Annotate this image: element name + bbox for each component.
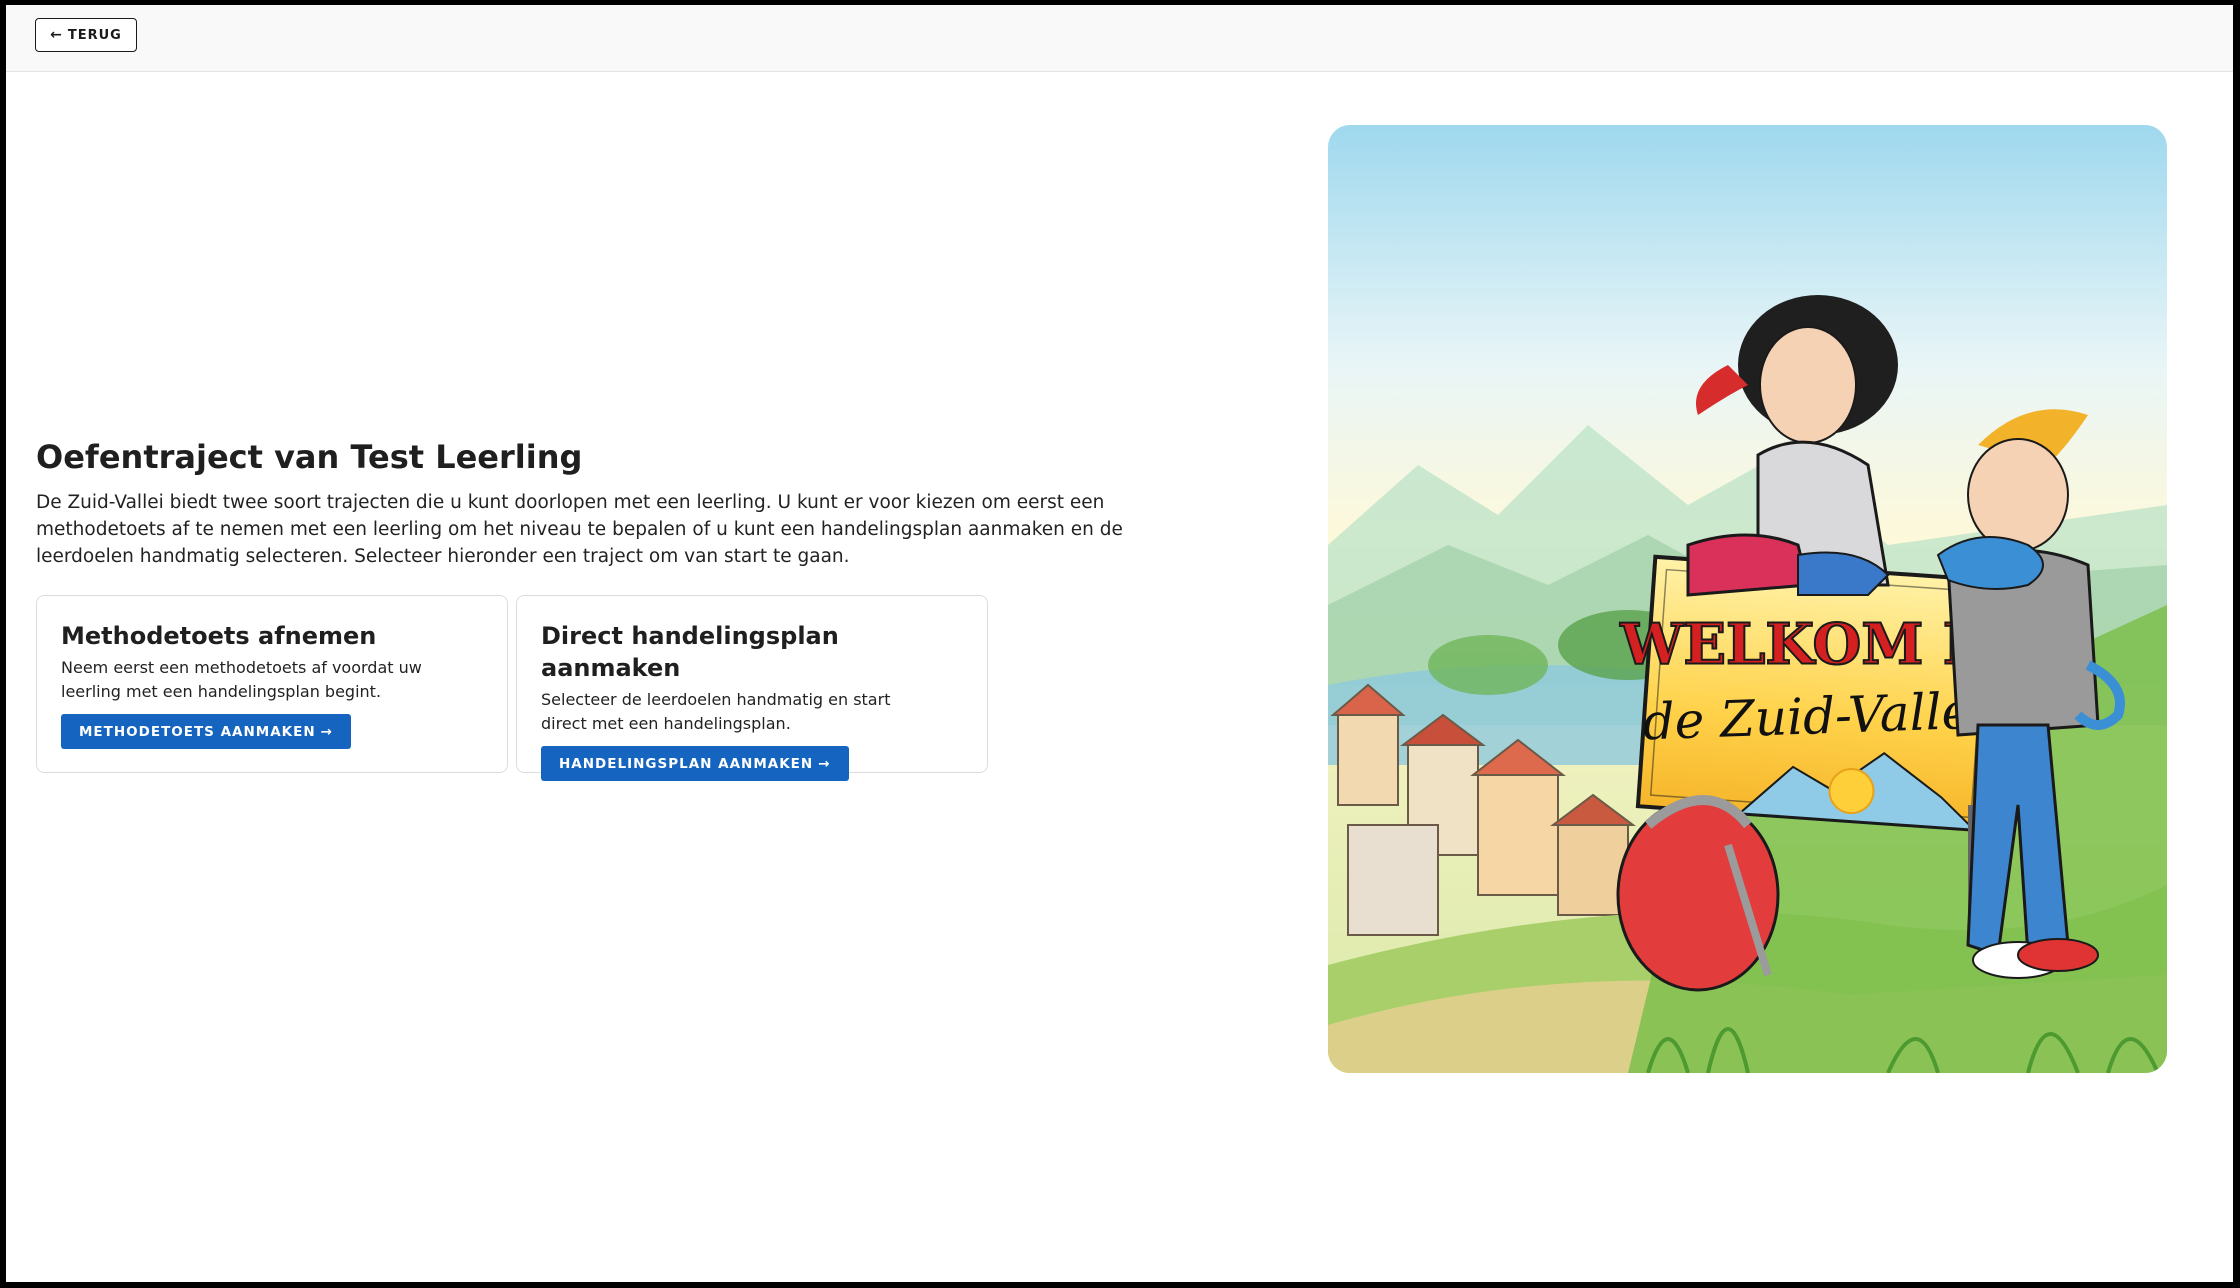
card-description: Neem eerst een methodetoets af voordat u…: [61, 658, 422, 701]
card-methodetoets: Methodetoets afnemen Neem eerst een meth…: [36, 595, 508, 773]
illustration-artwork: WELKOM IN de Zuid-Vallei: [1328, 125, 2167, 1073]
card-title: Direct handelingsplan aanmaken: [541, 622, 839, 682]
handelingsplan-aanmaken-button[interactable]: HANDELINGSPLAN AANMAKEN →: [541, 746, 849, 781]
arrow-left-icon: ←: [50, 27, 63, 43]
methodetoets-aanmaken-button[interactable]: METHODETOETS AANMAKEN →: [61, 714, 351, 749]
page-title: Oefentraject van Test Leerling: [36, 438, 583, 476]
trajectory-cards: Methodetoets afnemen Neem eerst een meth…: [36, 595, 988, 781]
card-title: Methodetoets afnemen: [61, 622, 377, 650]
intro-text: De Zuid-Vallei biedt twee soort trajecte…: [36, 492, 1123, 567]
card-handelingsplan: Direct handelingsplan aanmaken Selecteer…: [516, 595, 988, 781]
arrow-right-icon: →: [320, 723, 333, 740]
main-content: Oefentraject van Test Leerling De Zuid-V…: [36, 435, 1156, 781]
button-label: METHODETOETS AANMAKEN: [79, 723, 316, 740]
sign-text-line2: de Zuid-Vallei: [1642, 681, 1988, 751]
app-window: ← TERUG Oefentraject van Test Leerling D…: [6, 5, 2233, 1282]
arrow-right-icon: →: [818, 755, 831, 772]
card-description: Selecteer de leerdoelen handmatig en sta…: [541, 690, 891, 733]
welcome-illustration: WELKOM IN de Zuid-Vallei: [1328, 125, 2167, 1073]
top-bar: ← TERUG: [6, 5, 2233, 72]
button-label: HANDELINGSPLAN AANMAKEN: [559, 755, 814, 772]
back-button[interactable]: ← TERUG: [35, 18, 137, 52]
back-button-label: TERUG: [67, 27, 122, 43]
